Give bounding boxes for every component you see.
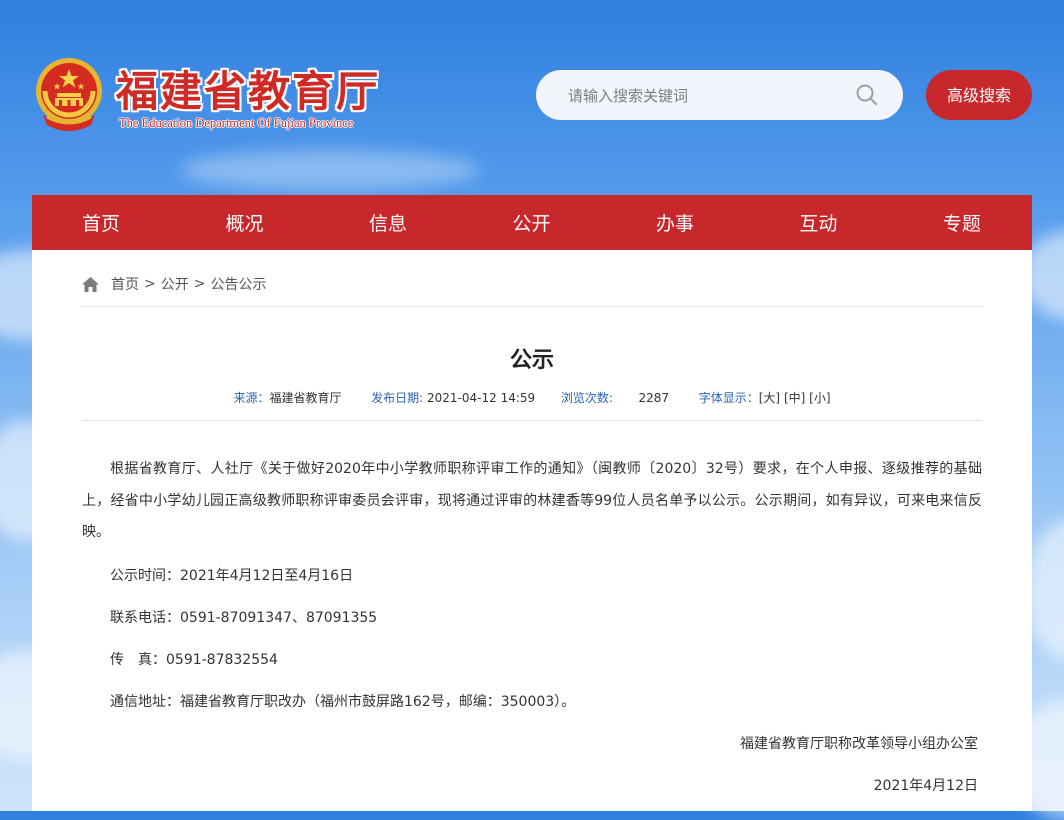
site-subtitle: The Education Department Of Fujian Provi… [119,116,354,130]
breadcrumb: 首页 > 公开 > 公告公示 [82,274,266,294]
mailing-address: 通信地址：福建省教育厅职改办（福州市鼓屏路162号，邮编：350003）。 [110,694,576,710]
source-label: 来源： [233,391,270,405]
breadcrumb-separator: > [144,276,156,292]
font-medium-link[interactable]: [中] [784,391,805,405]
nav-item-services[interactable]: 办事 [656,209,694,236]
site-title: 福建省教育厅 [116,67,381,116]
advanced-search-button[interactable]: 高级搜索 [926,70,1032,120]
font-small-link[interactable]: [小] [809,391,830,405]
signature-office: 福建省教育厅职称改革领导小组办公室 [740,736,978,752]
views-value: 2287 [638,391,670,405]
home-icon [82,276,99,292]
article-meta: 来源：福建省教育厅 发布日期: 2021-04-12 14:59 浏览次数: 2… [32,389,1032,406]
font-large-link[interactable]: [大] [759,391,780,405]
nav-item-home[interactable]: 首页 [82,209,120,236]
national-emblem-logo [36,58,102,131]
source-value: 福建省教育厅 [269,391,342,405]
font-size-label: 字体显示： [698,391,759,405]
search-icon[interactable] [854,82,880,108]
contact-fax: 传 真：0591-87832554 [110,652,278,668]
nav-item-topics[interactable]: 专题 [943,209,981,236]
contact-phone: 联系电话：0591-87091347、87091355 [110,610,378,626]
article-title: 公示 [509,348,554,373]
search-input[interactable] [566,83,850,109]
main-navbar: 首页 概况 信息 公开 办事 互动 专题 [32,195,1032,250]
content-panel: 首页 > 公开 > 公告公示 公示 来源：福建省教育厅 发布日期: 2021-0… [32,250,1032,811]
divider [82,306,982,307]
signature-date: 2021年4月12日 [873,778,978,794]
nav-item-public[interactable]: 公开 [512,209,550,236]
nav-item-overview[interactable]: 概况 [225,209,263,236]
breadcrumb-home[interactable]: 首页 [111,274,139,294]
nav-item-info[interactable]: 信息 [369,209,407,236]
breadcrumb-public[interactable]: 公开 [161,274,189,294]
notice-period: 公示时间：2021年4月12日至4月16日 [110,568,354,584]
views-label: 浏览次数: [560,391,613,405]
breadcrumb-separator: > [193,276,206,292]
article-paragraph: 根据省教育厅、人社厅《关于做好2020年中小学教师职称评审工作的通知》（闽教师〔… [82,461,982,540]
nav-item-interaction[interactable]: 互动 [799,209,837,236]
search-box [536,70,903,120]
date-value: 2021-04-12 14:59 [427,391,536,405]
date-label: 发布日期: [371,391,424,405]
breadcrumb-announcements[interactable]: 公告公示 [210,274,266,294]
divider [82,420,982,421]
